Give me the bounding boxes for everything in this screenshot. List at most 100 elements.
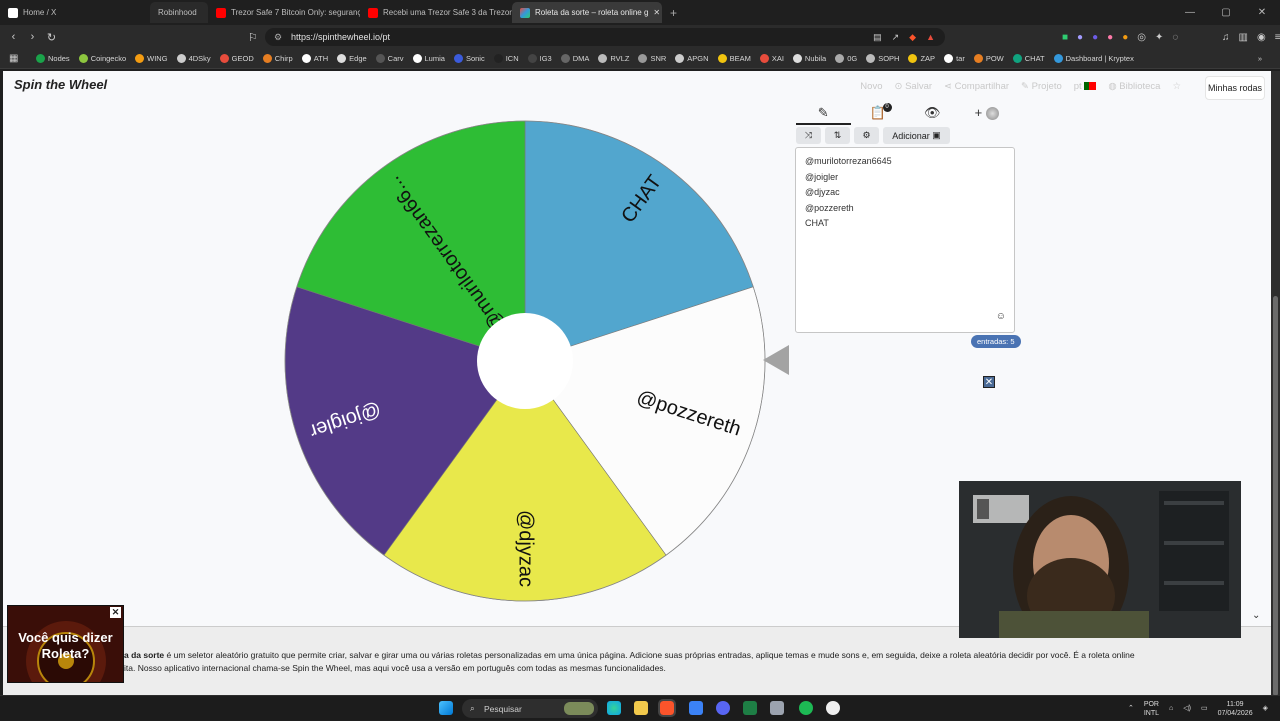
tab-robinhood[interactable]: Robinhood	[150, 2, 208, 23]
bookmark-item[interactable]: ATH	[301, 54, 328, 63]
media-icon[interactable]: ♫	[1222, 32, 1230, 43]
excel-icon[interactable]	[743, 701, 757, 715]
nav-library[interactable]: ◍ Biblioteca	[1108, 81, 1160, 92]
add-image-button[interactable]: Adicionar ▣	[883, 127, 950, 144]
bookmark-icon[interactable]: ⚐	[248, 31, 258, 44]
entries-textarea[interactable]: @murilotorrezan6645 @joigler @djyzac @po…	[795, 147, 1015, 333]
bookmark-item[interactable]: Nodes	[36, 54, 70, 63]
bookmark-item[interactable]: Dashboard | Kryptex	[1053, 54, 1134, 63]
my-wheels-button[interactable]: Minhas rodas	[1205, 76, 1265, 100]
ad-banner[interactable]: ✕ Você quis dizer Roleta?	[7, 605, 124, 683]
settings-button[interactable]: ⚙	[854, 127, 879, 144]
tab-x[interactable]: Home / X	[0, 2, 150, 23]
close-ad-icon[interactable]: ✕	[983, 376, 995, 388]
nav-project[interactable]: ✎ Projeto	[1021, 81, 1062, 92]
chatgpt-icon[interactable]	[826, 701, 840, 715]
bookmark-item[interactable]: tar	[944, 54, 965, 63]
extension-icon[interactable]: ●	[1122, 32, 1128, 43]
bookmark-item[interactable]: CHAT	[1012, 54, 1045, 63]
sidebar-icon[interactable]: ▥	[1239, 32, 1248, 43]
site-logo[interactable]: Spin the Wheel	[14, 77, 107, 92]
extension-icon[interactable]: ◎	[1137, 32, 1146, 43]
notepad-icon[interactable]	[689, 701, 703, 715]
spotify-icon[interactable]	[799, 701, 813, 715]
back-icon[interactable]: ‹	[4, 31, 23, 43]
tab-youtube-2[interactable]: Recebi uma Trezor Safe 3 da Trezor, e	[360, 2, 512, 23]
add-wheel-tab[interactable]: +	[960, 102, 1015, 125]
reader-icon[interactable]: ▤	[873, 32, 882, 43]
bookmark-item[interactable]: 4DSky	[176, 54, 211, 63]
brave-shield-icon[interactable]: ◆	[909, 32, 916, 43]
nav-language[interactable]: pt	[1074, 81, 1097, 92]
brave-icon[interactable]	[658, 699, 676, 717]
volume-icon[interactable]: ◁)	[1183, 704, 1191, 713]
maximize-icon[interactable]: ▢	[1208, 0, 1244, 25]
bookmark-item[interactable]: SOPH	[866, 54, 899, 63]
scrollbar-thumb[interactable]	[1273, 296, 1278, 696]
file-explorer-icon[interactable]	[634, 701, 648, 715]
edge-icon[interactable]	[607, 701, 621, 715]
clipboard-tab-icon[interactable]: 📋 0	[851, 102, 906, 125]
tab-youtube-1[interactable]: Trezor Safe 7 Bitcoin Only: segurança	[208, 2, 360, 23]
close-tab-icon[interactable]: ✕	[653, 8, 660, 17]
site-info-icon[interactable]: ⚙	[274, 32, 282, 43]
close-window-icon[interactable]: ✕	[1244, 0, 1280, 25]
battery-icon[interactable]: ▭	[1201, 704, 1208, 713]
bookmark-item[interactable]: Edge	[337, 54, 367, 63]
forward-icon[interactable]: ›	[23, 31, 42, 43]
bookmark-item[interactable]: ZAP	[908, 54, 935, 63]
close-ad-icon[interactable]: ✕	[110, 607, 121, 618]
extension-icon[interactable]: ■	[1062, 32, 1068, 43]
bookmark-item[interactable]: DMA	[560, 54, 589, 63]
sort-button[interactable]: ⇅	[825, 127, 850, 144]
language-indicator[interactable]: POR INTL	[1144, 700, 1159, 718]
extension-icon[interactable]: ●	[1077, 32, 1083, 43]
bookmark-item[interactable]: Sonic	[453, 54, 485, 63]
extension-icon[interactable]: ●	[1107, 32, 1113, 43]
bookmark-item[interactable]: APGN	[675, 54, 709, 63]
bookmark-item[interactable]: GEOD	[219, 54, 254, 63]
page-scrollbar[interactable]	[1271, 71, 1280, 696]
nav-share[interactable]: ⋖ Compartilhar	[944, 81, 1009, 92]
taskbar-search[interactable]: ⌕ Pesquisar	[462, 699, 598, 718]
network-icon[interactable]: ⌂	[1169, 704, 1173, 713]
more-bookmarks-icon[interactable]: »	[1258, 54, 1262, 63]
nav-save[interactable]: ⊙ Salvar	[894, 81, 932, 92]
bookmark-item[interactable]: Coingecko	[78, 54, 126, 63]
chevron-down-icon[interactable]: ⌄	[1252, 610, 1260, 621]
menu-icon[interactable]: ≡	[1275, 32, 1280, 43]
discord-icon[interactable]	[716, 701, 730, 715]
minimize-icon[interactable]: —	[1172, 0, 1208, 25]
share-icon[interactable]: ↗	[892, 32, 900, 43]
bookmark-item[interactable]: RVLZ	[598, 54, 629, 63]
bookmark-item[interactable]: Nubila	[792, 54, 826, 63]
bookmark-item[interactable]: IG3	[527, 54, 552, 63]
edit-tab-pencil-icon[interactable]: ✎	[796, 102, 851, 125]
extension-icon[interactable]: ◌	[1172, 32, 1178, 43]
emoji-icon[interactable]: ☺	[996, 309, 1006, 325]
star-icon[interactable]: ☆	[1172, 81, 1181, 92]
bookmark-item[interactable]: ICN	[493, 54, 519, 63]
extensions-puzzle-icon[interactable]: ✦	[1155, 32, 1163, 43]
bookmark-item[interactable]: XAI	[759, 54, 784, 63]
wheel-center[interactable]	[477, 313, 573, 409]
bookmark-item[interactable]: Carv	[375, 54, 404, 63]
reload-icon[interactable]: ↻	[42, 31, 61, 44]
tab-spinthewheel[interactable]: Roleta da sorte – roleta online g ✕	[512, 2, 662, 23]
bookmark-item[interactable]: Lumia	[412, 54, 445, 63]
bookmark-item[interactable]: POW	[973, 54, 1004, 63]
hide-eye-icon[interactable]: 👁	[905, 102, 960, 125]
extension-icon[interactable]: ●	[1092, 32, 1098, 43]
bookmark-item[interactable]: BEAM	[717, 54, 751, 63]
profile-icon[interactable]: ◉	[1257, 32, 1266, 43]
url-input[interactable]: ⚙ https://spinthewheel.io/pt ▤ ↗ ◆ ▲	[265, 28, 945, 46]
bookmark-item[interactable]: SNR	[638, 54, 666, 63]
apps-grid-icon[interactable]: ▦	[9, 53, 18, 64]
shuffle-button[interactable]: ⤨	[796, 127, 821, 144]
tray-chevron-icon[interactable]: ⌃	[1128, 704, 1134, 713]
notifications-icon[interactable]: ◈	[1263, 704, 1268, 713]
clock[interactable]: 11:09 07/04/2026	[1218, 700, 1253, 718]
spin-wheel[interactable]: CHAT@pozzereth@djyzac@joigler@murilotorr…	[283, 117, 773, 607]
calculator-icon[interactable]	[770, 701, 784, 715]
bookmark-item[interactable]: 0G	[835, 54, 857, 63]
